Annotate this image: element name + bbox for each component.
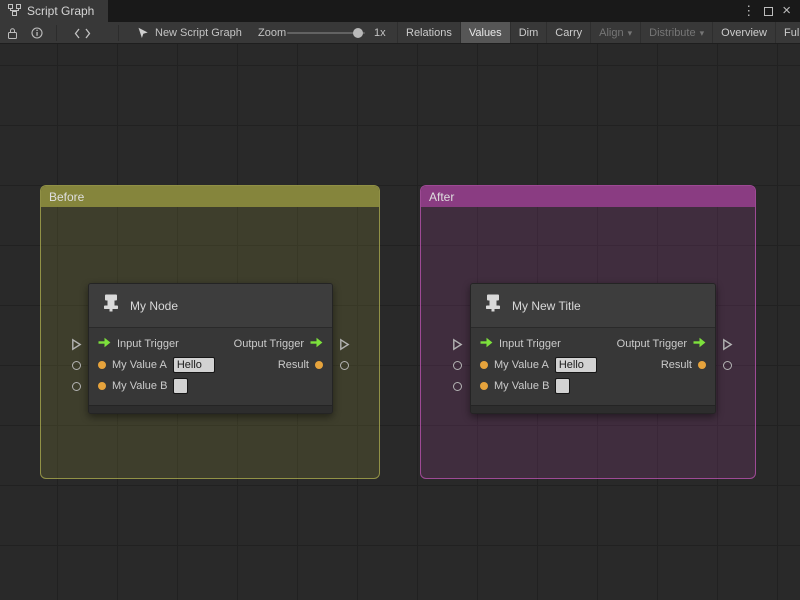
result-port[interactable] <box>723 361 732 370</box>
output-trigger-label: Output Trigger <box>233 337 304 350</box>
toolbar: New Script Graph Zoom 1x Relations Value… <box>0 22 800 44</box>
node-my-new-title[interactable]: My New Title Input Trigger Output Trigge… <box>470 283 716 414</box>
pane-menu-icon[interactable]: ⋮ <box>742 0 755 22</box>
toolbar-buttons: Relations Values Dim Carry Align ▾ Distr… <box>397 22 800 43</box>
graph-pointer-icon <box>137 22 149 43</box>
value-input-icon[interactable] <box>480 360 488 369</box>
graph-tab-icon <box>8 3 21 19</box>
toolbar-divider <box>118 25 119 41</box>
value-input-icon[interactable] <box>98 381 106 390</box>
value-a-field[interactable] <box>554 356 597 373</box>
value-b-label: My Value B <box>112 379 168 392</box>
relations-button[interactable]: Relations <box>397 22 460 43</box>
result-label: Result <box>277 358 309 371</box>
overview-button[interactable]: Overview <box>712 22 775 43</box>
close-icon[interactable]: × <box>782 0 791 22</box>
zoom-value: 1x <box>374 27 386 39</box>
dropdown-arrow-icon: ▾ <box>627 27 633 38</box>
node-title: My New Title <box>512 298 581 313</box>
node-title: My Node <box>130 298 179 313</box>
node-header[interactable]: My New Title <box>471 284 715 328</box>
carry-button[interactable]: Carry <box>546 22 590 43</box>
input-trigger-port[interactable] <box>71 338 82 356</box>
info-icon[interactable] <box>31 22 43 43</box>
value-input-icon[interactable] <box>480 381 488 390</box>
tab-title: Script Graph <box>27 4 95 18</box>
value-b-label: My Value B <box>494 379 550 392</box>
group-header[interactable]: After <box>421 186 755 207</box>
group-title: After <box>429 189 455 204</box>
value-a-label: My Value A <box>494 358 549 371</box>
tab-script-graph[interactable]: Script Graph <box>0 0 109 22</box>
result-port[interactable] <box>340 361 349 370</box>
graph-name[interactable]: New Script Graph <box>155 22 242 43</box>
node-footer <box>89 405 332 413</box>
align-button[interactable]: Align ▾ <box>590 22 640 43</box>
node-body: Input Trigger Output Trigger My Value A … <box>471 328 715 396</box>
zoom-slider-knob[interactable] <box>353 28 363 38</box>
lock-icon[interactable] <box>7 22 18 43</box>
zoom-slider-track[interactable] <box>287 28 365 38</box>
result-label: Result <box>660 358 692 371</box>
value-output-icon[interactable] <box>698 360 706 369</box>
group-header[interactable]: Before <box>41 186 379 207</box>
dim-button[interactable]: Dim <box>509 22 547 43</box>
script-graph-window: Script Graph ⋮ × New Script Graph Zoom 1… <box>0 0 800 600</box>
graph-canvas[interactable]: Before After My Node Input Trigger Outpu… <box>0 44 800 600</box>
value-output-icon[interactable] <box>315 360 323 369</box>
input-trigger-label: Input Trigger <box>499 337 561 350</box>
control-output-icon[interactable] <box>310 337 323 351</box>
node-my-node[interactable]: My Node Input Trigger Output Trigger My … <box>88 283 333 414</box>
unit-icon <box>101 293 121 318</box>
value-b-port[interactable] <box>72 382 81 391</box>
control-input-icon[interactable] <box>98 337 111 351</box>
unit-icon <box>483 293 503 318</box>
output-trigger-port[interactable] <box>722 338 733 356</box>
value-b-port[interactable] <box>453 382 462 391</box>
value-a-port[interactable] <box>72 361 81 370</box>
maximize-icon[interactable] <box>764 6 774 16</box>
node-footer <box>471 405 715 413</box>
zoom-label: Zoom <box>258 27 287 39</box>
value-b-field[interactable] <box>173 377 189 394</box>
zoom-slider[interactable] <box>287 22 365 43</box>
values-button[interactable]: Values <box>459 22 510 43</box>
control-input-icon[interactable] <box>480 337 493 351</box>
output-trigger-port[interactable] <box>339 338 350 356</box>
value-b-field[interactable] <box>555 377 571 394</box>
value-a-field[interactable] <box>172 356 215 373</box>
tab-bar: Script Graph ⋮ × <box>0 0 800 22</box>
group-title: Before <box>49 189 85 204</box>
toolbar-divider <box>56 25 57 41</box>
value-input-icon[interactable] <box>98 360 106 369</box>
fullscreen-button[interactable]: Full Screen <box>774 22 800 43</box>
distribute-button[interactable]: Distribute ▾ <box>640 22 712 43</box>
window-controls: ⋮ × <box>742 0 800 22</box>
control-output-icon[interactable] <box>693 337 706 351</box>
input-trigger-port[interactable] <box>452 338 463 356</box>
node-body: Input Trigger Output Trigger My Value A … <box>89 328 332 396</box>
dropdown-arrow-icon: ▾ <box>699 27 705 38</box>
node-header[interactable]: My Node <box>89 284 332 328</box>
value-a-label: My Value A <box>112 358 167 371</box>
value-a-port[interactable] <box>453 361 462 370</box>
output-trigger-label: Output Trigger <box>616 337 687 350</box>
code-icon[interactable] <box>74 22 91 43</box>
input-trigger-label: Input Trigger <box>117 337 179 350</box>
